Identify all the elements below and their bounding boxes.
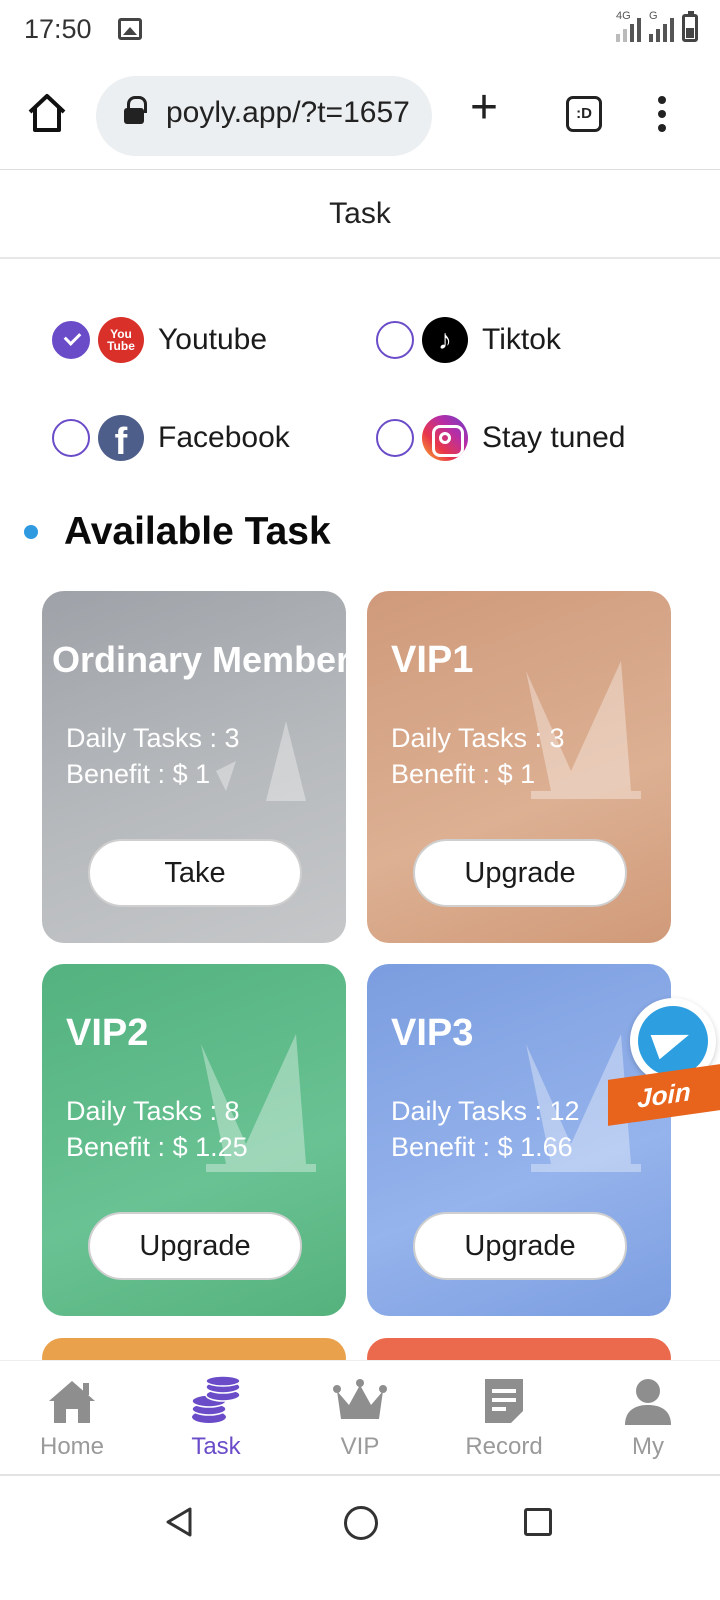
youtube-logo-text: You Tube (107, 327, 135, 353)
lock-icon (124, 96, 147, 128)
section-title: Available Task (64, 510, 331, 553)
nav-item-record[interactable]: Record (432, 1361, 576, 1474)
platform-label: Tiktok (482, 323, 561, 356)
take-button[interactable]: Take (88, 839, 302, 907)
card-title: VIP1 (391, 639, 474, 681)
status-time: 17:50 (24, 14, 92, 44)
signal-g-icon: G (649, 10, 674, 42)
page-title: Task (329, 197, 391, 230)
nav-label: Home (39, 1433, 105, 1460)
platform-option-stay-tuned[interactable]: Stay tuned (376, 413, 625, 463)
user-icon (625, 1379, 671, 1425)
tiktok-icon: ♪ (422, 317, 468, 363)
browser-toolbar: poyly.app/?t=1657 + :D (0, 62, 720, 170)
nav-label: Record (465, 1433, 543, 1460)
tab-switcher-button[interactable]: :D (566, 96, 602, 132)
platform-label: Facebook (158, 421, 290, 454)
youtube-icon: You Tube (98, 317, 144, 363)
network-type-label-2: G (649, 10, 658, 22)
recent-apps-icon[interactable] (524, 1508, 552, 1536)
platform-option-tiktok[interactable]: ♪ Tiktok (376, 315, 561, 365)
platform-option-facebook[interactable]: f Facebook (52, 413, 290, 463)
back-icon[interactable] (164, 1506, 194, 1538)
card-daily-tasks: Daily Tasks : 12 (391, 1096, 580, 1126)
browser-home-icon[interactable] (26, 92, 68, 134)
signal-4g-icon: 4G (616, 10, 641, 42)
battery-icon (682, 11, 698, 42)
radio-checked-icon[interactable] (52, 321, 90, 359)
bottom-navigation: Home Task VIP Record My (0, 1360, 720, 1476)
coins-icon (191, 1375, 241, 1423)
nav-item-home[interactable]: Home (0, 1361, 144, 1474)
nav-label: VIP (340, 1433, 380, 1460)
card-daily-tasks: Daily Tasks : 3 (391, 723, 565, 753)
platform-option-youtube[interactable]: You Tube Youtube (52, 315, 267, 365)
platform-label: Stay tuned (482, 421, 626, 454)
card-benefit: Benefit : $ 1.66 (391, 1132, 573, 1162)
system-navigation-bar (0, 1478, 720, 1600)
page-header: Task (0, 171, 720, 259)
card-benefit: Benefit : $ 1 (391, 759, 536, 789)
network-type-label: 4G (616, 10, 631, 22)
radio-unchecked-icon[interactable] (52, 419, 90, 457)
telegram-join-button[interactable]: Join (608, 998, 720, 1128)
status-bar: 17:50 4G G (0, 0, 720, 62)
radio-unchecked-icon[interactable] (376, 321, 414, 359)
task-card-ordinary: Ordinary Member Daily Tasks : 3 Benefit … (42, 591, 346, 943)
nav-item-vip[interactable]: VIP (288, 1361, 432, 1474)
url-text: poyly.app/?t=1657 (166, 96, 410, 129)
section-heading: Available Task (24, 510, 331, 554)
upgrade-button[interactable]: Upgrade (88, 1212, 302, 1280)
instagram-icon (422, 415, 468, 461)
image-notification-icon (118, 18, 142, 40)
upgrade-button[interactable]: Upgrade (413, 839, 627, 907)
card-daily-tasks: Daily Tasks : 3 (66, 723, 240, 753)
task-card-vip2: VIP2 Daily Tasks : 8 Benefit : $ 1.25 Up… (42, 964, 346, 1316)
radio-unchecked-icon[interactable] (376, 419, 414, 457)
nav-label: Task (191, 1433, 241, 1460)
status-indicators: 4G G (616, 10, 698, 42)
facebook-icon: f (98, 415, 144, 461)
platform-label: Youtube (158, 323, 268, 356)
card-benefit: Benefit : $ 1 (66, 759, 211, 789)
section-dot-icon (24, 525, 38, 539)
home-icon (49, 1381, 95, 1423)
card-title: Ordinary Member (52, 639, 346, 680)
card-title: VIP3 (391, 1012, 474, 1054)
nav-item-task[interactable]: Task (144, 1361, 288, 1474)
join-label: Join (608, 1064, 720, 1126)
card-daily-tasks: Daily Tasks : 8 (66, 1096, 240, 1126)
crown-icon (333, 1379, 387, 1419)
card-title: VIP2 (66, 1012, 149, 1054)
upgrade-button[interactable]: Upgrade (413, 1212, 627, 1280)
card-benefit: Benefit : $ 1.25 (66, 1132, 248, 1162)
nav-item-my[interactable]: My (576, 1361, 720, 1474)
task-card-vip1: VIP1 Daily Tasks : 3 Benefit : $ 1 Upgra… (367, 591, 671, 943)
system-home-icon[interactable] (344, 1506, 378, 1540)
browser-menu-icon[interactable] (656, 96, 668, 132)
new-tab-button[interactable]: + (462, 84, 506, 132)
nav-label: My (632, 1433, 664, 1460)
address-bar[interactable]: poyly.app/?t=1657 (96, 76, 432, 156)
record-icon (485, 1379, 523, 1423)
